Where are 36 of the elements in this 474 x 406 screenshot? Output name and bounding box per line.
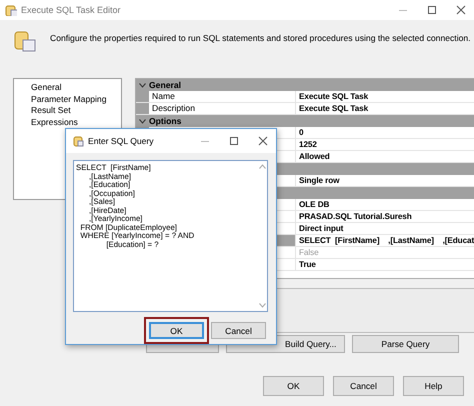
property-value[interactable]: PRASAD.SQL Tutorial.Suresh	[299, 211, 412, 222]
dialog-title: Enter SQL Query	[88, 136, 155, 146]
description-text: Configure the properties required to run SQL statements and stored procedures using the selected connection.	[50, 33, 471, 45]
query-button[interactable]: Parse Query	[352, 335, 459, 353]
property-name[interactable]: Description	[149, 103, 296, 114]
property-value[interactable]: True	[299, 259, 316, 270]
page-list-item[interactable]: Result Set	[31, 105, 71, 118]
scroll-up-icon[interactable]	[259, 164, 266, 169]
property-value[interactable]: Allowed	[299, 151, 330, 162]
property-value[interactable]: 1252	[299, 139, 317, 150]
property-name[interactable]: Name	[149, 91, 296, 102]
scroll-icon	[14, 30, 36, 52]
page-list-item[interactable]: Expressions	[31, 117, 78, 129]
dialog-button[interactable]: Help	[403, 376, 464, 396]
dialog-button[interactable]: OK	[263, 376, 324, 396]
window-icon	[5, 4, 17, 16]
property-value[interactable]: Execute SQL Task	[299, 91, 368, 102]
page-list-item[interactable]: General	[31, 82, 62, 94]
group-header[interactable]: General	[136, 79, 474, 91]
scroll-down-icon[interactable]	[259, 303, 266, 308]
maximize-icon[interactable]	[229, 136, 239, 146]
group-header[interactable]: Options	[136, 115, 474, 127]
window-icon	[73, 136, 84, 146]
property-value[interactable]: SELECT [FirstName] ,[LastName] ,[Educat	[299, 235, 474, 246]
property-value[interactable]: OLE DB	[299, 199, 330, 210]
property-value[interactable]: 0	[299, 127, 304, 138]
close-icon[interactable]	[258, 136, 268, 146]
page-list-item[interactable]: Parameter Mapping	[31, 94, 106, 106]
window-title: Execute SQL Task Editor	[21, 5, 122, 15]
property-value[interactable]: Execute SQL Task	[299, 103, 368, 114]
dialog-button[interactable]: Cancel	[333, 376, 394, 396]
close-icon[interactable]	[456, 5, 466, 15]
property-value[interactable]: Direct input	[299, 223, 344, 234]
maximize-icon[interactable]	[427, 5, 437, 15]
dialog-button[interactable]: Cancel	[211, 322, 266, 339]
property-value[interactable]: Single row	[299, 175, 340, 186]
